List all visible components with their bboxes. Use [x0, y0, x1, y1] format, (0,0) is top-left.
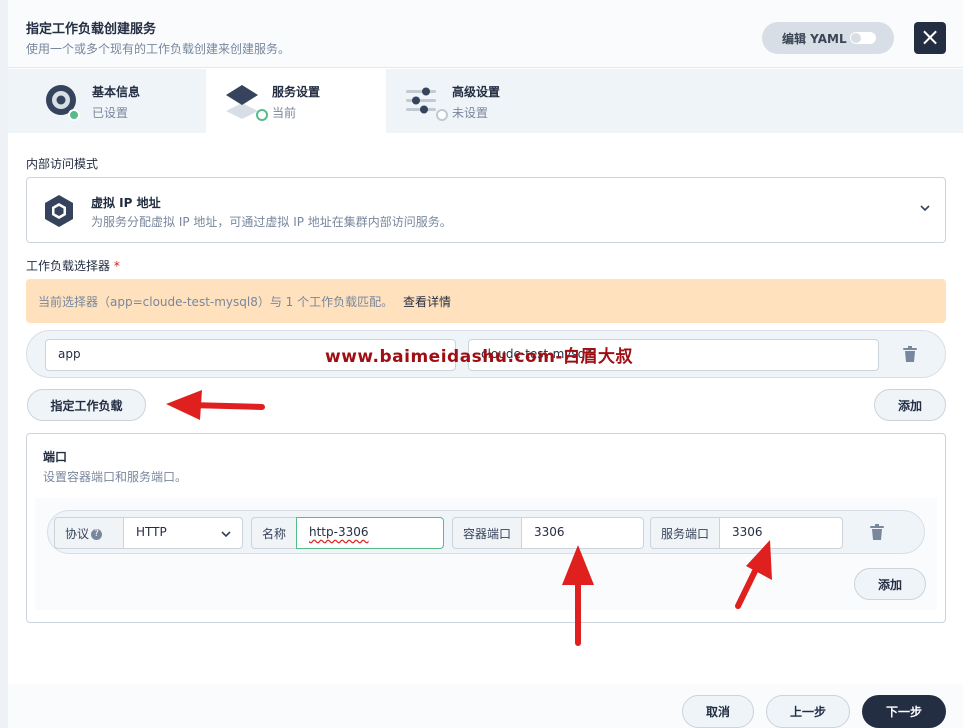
- trash-icon[interactable]: [870, 524, 884, 540]
- cancel-button[interactable]: 取消: [682, 695, 754, 728]
- step-status: 当前: [272, 106, 297, 120]
- step-status: 已设置: [92, 106, 129, 120]
- close-button[interactable]: ×: [914, 22, 946, 54]
- add-selector-button[interactable]: 添加: [874, 389, 946, 421]
- selector-notice-text: 当前选择器（app=cloude-test-mysql8）与 1 个工作负载匹配…: [38, 295, 394, 309]
- protocol-select[interactable]: HTTP: [123, 517, 243, 549]
- access-mode-label: 内部访问模式: [26, 157, 99, 171]
- access-mode-title: 虚拟 IP 地址: [91, 196, 161, 210]
- dialog-footer: 取消 上一步 下一步: [8, 684, 963, 728]
- previous-step-button[interactable]: 上一步: [766, 695, 850, 728]
- edit-yaml-toggle[interactable]: 编辑 YAML: [762, 22, 894, 54]
- step-service-settings[interactable]: 服务设置 当前: [206, 69, 386, 133]
- protocol-label: 协议?: [54, 517, 124, 549]
- workload-selector-label: 工作负载选择器 *: [26, 257, 120, 274]
- close-icon: ×: [919, 23, 941, 51]
- help-icon[interactable]: ?: [91, 529, 103, 540]
- access-mode-description: 为服务分配虚拟 IP 地址，可通过虚拟 IP 地址在集群内部访问服务。: [91, 215, 452, 229]
- step-complete-dot-icon: [68, 109, 80, 121]
- dialog-subtitle: 使用一个或多个现有的工作负载创建来创建服务。: [26, 42, 291, 56]
- step-pending-dot-icon: [436, 109, 448, 121]
- protocol-label-text: 协议: [65, 527, 90, 541]
- step-title: 基本信息: [92, 85, 141, 99]
- access-mode-select[interactable]: 虚拟 IP 地址 为服务分配虚拟 IP 地址，可通过虚拟 IP 地址在集群内部访…: [26, 177, 946, 243]
- ports-list: 协议? HTTP 名称 http-3306 容器端口 3306 服务端口 330…: [35, 498, 937, 610]
- chevron-down-icon: [920, 205, 930, 212]
- container-port-label: 容器端口: [452, 517, 522, 549]
- container-port-input[interactable]: 3306: [521, 517, 644, 549]
- next-step-button[interactable]: 下一步: [862, 695, 946, 728]
- ports-title: 端口: [43, 450, 68, 464]
- virtual-ip-cube-icon: [45, 195, 73, 227]
- required-mark: *: [113, 259, 120, 273]
- workload-selector-label-text: 工作负载选择器: [26, 259, 111, 273]
- step-title: 高级设置: [452, 85, 501, 99]
- port-name-input[interactable]: http-3306: [296, 517, 444, 549]
- ports-section: 端口 设置容器端口和服务端口。 协议? HTTP 名称 http-3306 容器…: [26, 433, 946, 623]
- layers-icon: [226, 85, 258, 119]
- name-label: 名称: [251, 517, 297, 549]
- step-title: 服务设置: [272, 85, 321, 99]
- ports-description: 设置容器端口和服务端口。: [43, 470, 188, 484]
- toggle-switch-icon: [850, 32, 876, 44]
- chevron-down-icon: [221, 531, 231, 538]
- dialog-title: 指定工作负载创建服务: [26, 22, 157, 37]
- service-port-label: 服务端口: [650, 517, 720, 549]
- port-row: 协议? HTTP 名称 http-3306 容器端口 3306 服务端口 330…: [47, 510, 925, 554]
- step-current-dot-icon: [256, 109, 268, 121]
- dialog-header: 指定工作负载创建服务 使用一个或多个现有的工作负载创建来创建服务。 编辑 YAM…: [8, 0, 963, 68]
- service-port-input[interactable]: 3306: [719, 517, 843, 549]
- view-details-link[interactable]: 查看详情: [403, 295, 451, 309]
- backdrop: [0, 0, 8, 728]
- step-status: 未设置: [452, 106, 489, 120]
- step-advanced-settings[interactable]: 高级设置 未设置: [386, 69, 586, 133]
- add-port-button[interactable]: 添加: [854, 568, 926, 600]
- protocol-value: HTTP: [136, 525, 167, 539]
- selector-match-notice: 当前选择器（app=cloude-test-mysql8）与 1 个工作负载匹配…: [26, 279, 946, 323]
- edit-yaml-label: 编辑 YAML: [782, 31, 847, 46]
- step-basic-info[interactable]: 基本信息 已设置: [8, 69, 206, 133]
- trash-icon[interactable]: [903, 346, 917, 362]
- port-name-value: http-3306: [309, 525, 369, 539]
- sliders-icon: [406, 87, 436, 114]
- step-tabs: 基本信息 已设置 服务设置 当前 高级设置 未设置: [8, 69, 963, 133]
- specify-workload-button[interactable]: 指定工作负载: [27, 389, 146, 421]
- watermark: www.baimeidashu.com-白眉大叔: [325, 347, 633, 367]
